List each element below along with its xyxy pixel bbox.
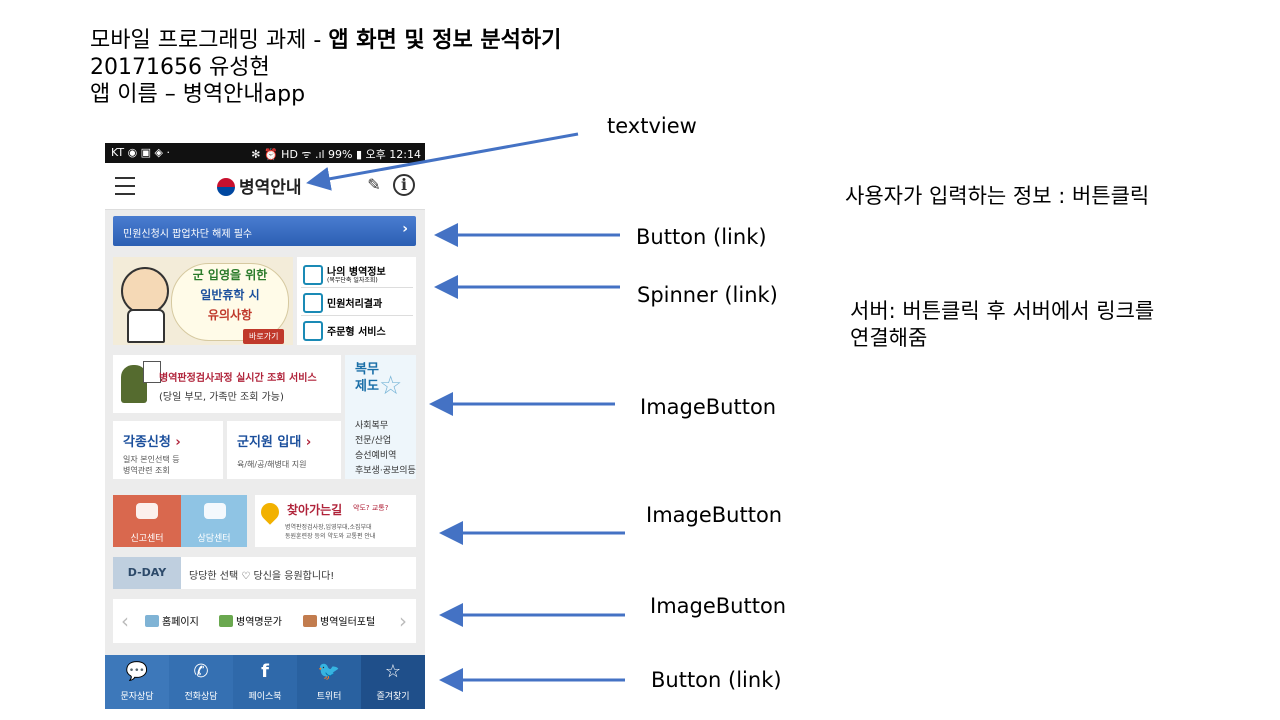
arrow-textview [306,132,579,191]
annotation-arrows [306,132,625,692]
